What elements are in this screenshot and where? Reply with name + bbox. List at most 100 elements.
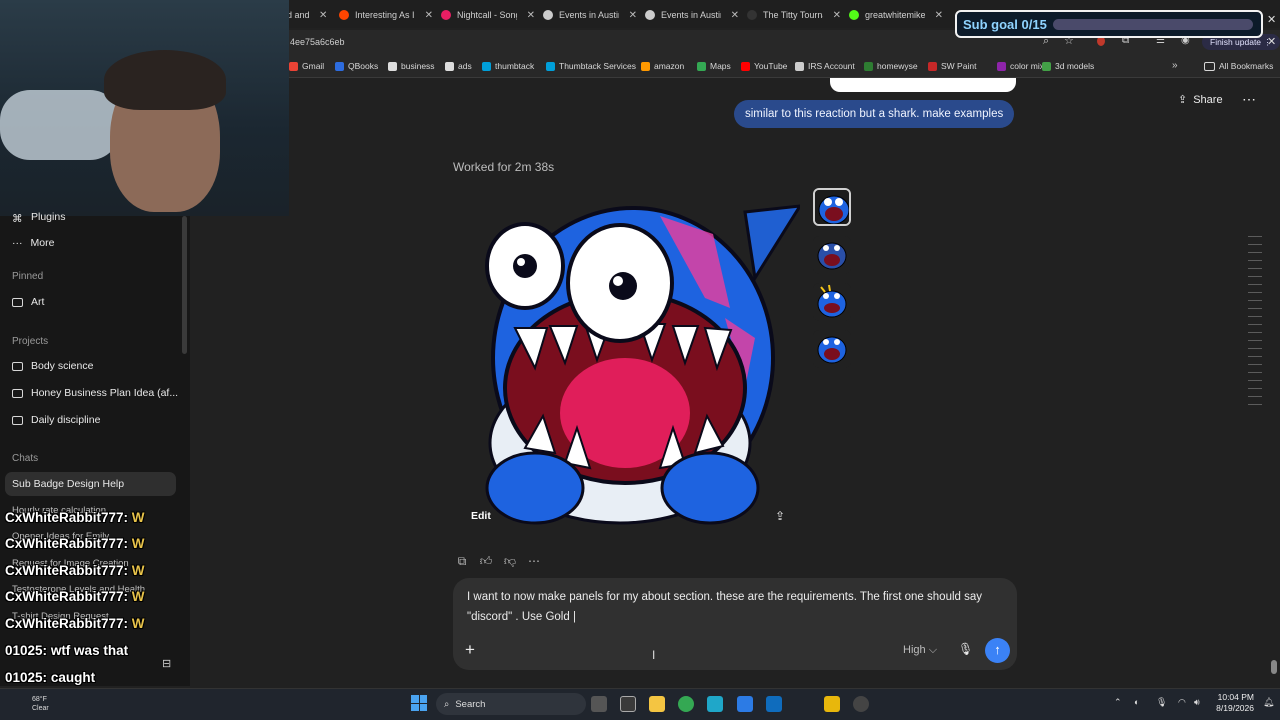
chrome-icon[interactable] (678, 696, 694, 712)
browser-tab[interactable]: d and ✕ (287, 6, 333, 24)
copy-icon[interactable]: ⧉ (455, 554, 469, 569)
bookmark-item[interactable]: ads (445, 61, 472, 71)
chat-msg: W (131, 616, 145, 631)
bookmark-item[interactable]: business (388, 61, 435, 71)
bookmark-item[interactable]: SW Paint (928, 61, 976, 71)
file-explorer-icon[interactable] (649, 696, 665, 712)
page-scrollbar[interactable] (1271, 660, 1277, 674)
url-text[interactable]: 4ee75a6c6eb (290, 37, 345, 47)
tab-close-icon[interactable]: ✕ (319, 10, 327, 21)
sidebar-item-project[interactable]: Honey Business Plan Idea (af... (12, 387, 178, 399)
tab-close-icon[interactable]: ✕ (425, 10, 433, 21)
bookmark-label: 3d models (1055, 61, 1095, 71)
webcam-hair (104, 50, 226, 110)
stack-app-icon[interactable] (824, 696, 840, 712)
browser-tab[interactable]: Nightcall - Song ✕ (441, 6, 535, 24)
bookmark-item[interactable]: QBooks (335, 61, 378, 71)
add-attachment-button[interactable]: + (465, 640, 475, 660)
shark-thumbnail-icon (815, 190, 849, 224)
bookmark-item[interactable]: YouTube (741, 61, 787, 71)
sidebar-item-more[interactable]: ··· More (12, 237, 54, 249)
all-bookmarks[interactable]: All Bookmarks (1204, 61, 1273, 71)
shark-illustration (485, 204, 803, 525)
tab-close-icon[interactable]: ✕ (731, 10, 739, 21)
sidebar-chat-item[interactable]: Sub Badge Design Help (12, 478, 124, 490)
taskbar-search[interactable]: ⌕ Search (436, 693, 586, 715)
wifi-icon[interactable]: ◠ (1178, 697, 1186, 708)
webcam-pillow (0, 90, 120, 160)
generated-image[interactable] (455, 188, 803, 530)
tray-app-icon[interactable]: ◐ (1134, 697, 1139, 707)
close-window-icon[interactable]: ✕ (1267, 13, 1276, 26)
sidebar-item-project[interactable]: Body science (12, 360, 93, 372)
microphone-icon[interactable]: 🎙︎ (958, 642, 973, 656)
stream-chat-line: CxWhiteRabbit777: W (5, 536, 145, 551)
bookmark-item[interactable]: IRS Account (795, 61, 855, 71)
tab-close-icon[interactable]: ✕ (833, 10, 841, 21)
obs-icon[interactable] (853, 696, 869, 712)
send-button[interactable]: ↑ (985, 638, 1010, 663)
close-window-icon-2[interactable]: ✕ (1267, 35, 1276, 48)
prompt-input[interactable]: I want to now make panels for my about s… (467, 588, 1002, 627)
browser-tab[interactable]: The Titty Tourna ✕ (747, 6, 841, 24)
browser-tab[interactable]: Events in Austin ✕ (543, 6, 637, 24)
bookmarks-overflow-icon[interactable]: » (1172, 60, 1178, 71)
bookmark-item[interactable]: 3d models (1042, 61, 1094, 71)
reasoning-effort-select[interactable]: High ⌵ (903, 644, 937, 657)
edit-image-button[interactable]: Edit (471, 510, 491, 522)
tray-chevron-icon[interactable]: ⌃ (1114, 697, 1122, 708)
tab-favicon-icon (543, 10, 553, 20)
subgoal-label: Sub goal 0/15 (963, 17, 1047, 32)
tab-close-icon[interactable]: ✕ (935, 10, 943, 21)
folder-icon (12, 415, 23, 425)
conversation-minimap[interactable] (1248, 236, 1262, 406)
chevron-down-icon: ⌵ (928, 644, 938, 656)
bookmark-item[interactable]: Thumbtack Services (546, 61, 636, 71)
more-actions-icon[interactable]: ⋯ (527, 554, 541, 569)
browser-tab[interactable]: Interesting As I ✕ (339, 6, 433, 24)
sidebar-item-label: Plugins (31, 211, 66, 223)
image-share-icon[interactable]: ⇪ (775, 509, 785, 523)
windows-start-icon[interactable] (411, 695, 427, 711)
volume-icon[interactable]: 🔊︎ (1194, 697, 1200, 708)
bookmark-favicon-icon (445, 61, 454, 71)
image-variant-thumbnail[interactable] (813, 330, 851, 368)
taskbar-clock[interactable]: 10:04 PM 8/19/2026 (1208, 692, 1254, 714)
thumbs-up-icon[interactable]: 👍︎ (479, 554, 493, 569)
sidebar-item-art[interactable]: Art (12, 296, 44, 308)
sidebar-item-plugins[interactable]: ⌘ Plugins (12, 211, 66, 225)
calculator-icon[interactable] (737, 696, 753, 712)
notification-icon[interactable]: 🔔︎ (1263, 697, 1274, 708)
bookmark-item[interactable]: homewyse (864, 61, 918, 71)
weather-widget[interactable]: 68°F Clear (32, 695, 49, 713)
task-view-icon[interactable] (591, 696, 607, 712)
bookmark-favicon-icon (928, 61, 937, 71)
image-variant-thumbnail[interactable] (813, 188, 851, 226)
tab-close-icon[interactable]: ✕ (629, 10, 637, 21)
browser-tab[interactable]: greatwhitemike ✕ (849, 6, 943, 24)
more-options-icon[interactable]: ⋯ (1242, 91, 1257, 108)
image-variant-thumbnail[interactable] (813, 236, 851, 274)
tab-favicon-icon (441, 10, 451, 20)
share-button[interactable]: ⇪ Share (1178, 93, 1223, 107)
image-variant-thumbnail[interactable] (813, 283, 851, 321)
sidebar-item-project[interactable]: Daily discipline (12, 414, 100, 426)
bookmark-item[interactable]: amazon (641, 61, 684, 71)
browser-tab[interactable]: Events in Austin ✕ (645, 6, 739, 24)
bookmark-item[interactable]: Maps (697, 61, 731, 71)
bookmark-favicon-icon (741, 61, 750, 71)
sidebar-toggle-icon[interactable]: ⊟ (162, 657, 171, 670)
paint-icon[interactable] (766, 696, 782, 712)
bookmark-item[interactable]: color mix (997, 61, 1044, 71)
notepad-icon[interactable] (620, 696, 636, 712)
bookmark-item[interactable]: thumbtack (482, 61, 534, 71)
tab-label: The Titty Tourna (763, 10, 823, 20)
thumbs-down-icon[interactable]: 👎︎ (503, 554, 517, 569)
sidebar-scrollbar[interactable] (182, 216, 187, 354)
worked-for-label[interactable]: Worked for 2m 38s (453, 160, 554, 174)
bookmark-item[interactable]: Gmail (289, 61, 324, 71)
tray-mic-icon[interactable]: 🎙︎ (1156, 697, 1167, 708)
tab-label: Events in Austin (661, 10, 721, 20)
tab-close-icon[interactable]: ✕ (527, 10, 535, 21)
app-icon[interactable] (707, 696, 723, 712)
